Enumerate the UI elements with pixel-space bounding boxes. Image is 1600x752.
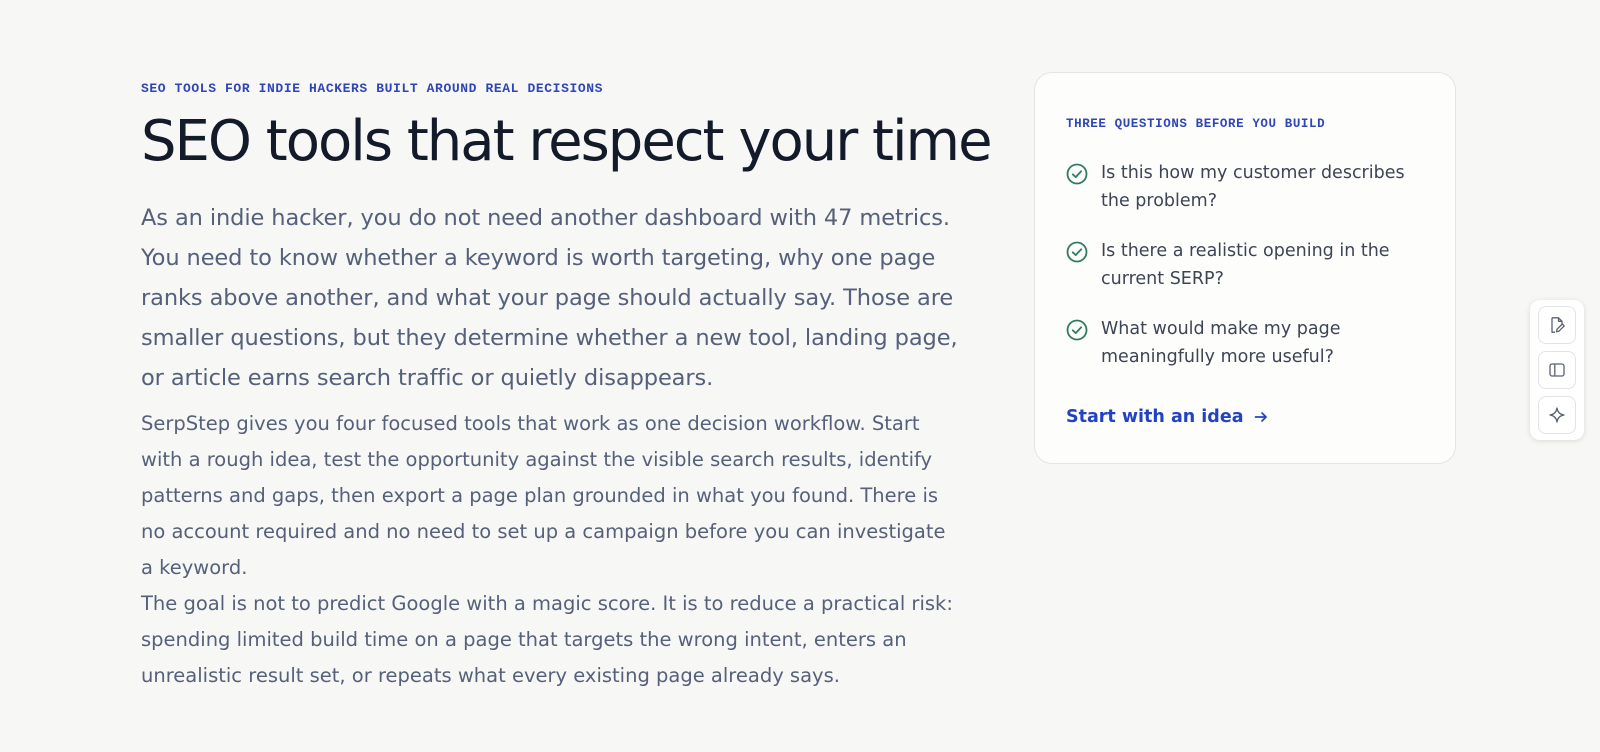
hero-eyebrow: SEO TOOLS FOR INDIE HACKERS BUILT AROUND… [141,81,604,96]
question-list: Is this how my customer describes the pr… [1066,159,1425,371]
hero-body-paragraph-2: The goal is not to predict Google with a… [141,592,953,687]
question-item: Is this how my customer describes the pr… [1066,159,1425,215]
hero-lead-paragraph: As an indie hacker, you do not need anot… [141,205,958,391]
question-text: What would make my page meaningfully mor… [1101,319,1341,367]
ai-assist-button[interactable] [1538,396,1576,434]
questions-card: THREE QUESTIONS BEFORE YOU BUILD Is this… [1034,72,1456,464]
sidebar-panel-icon [1549,363,1565,377]
check-circle-icon [1066,241,1088,263]
question-item: What would make my page meaningfully mor… [1066,315,1425,371]
sidebar-toggle-button[interactable] [1538,351,1576,389]
question-text: Is there a realistic opening in the curr… [1101,241,1390,289]
sparkle-icon [1549,407,1565,423]
check-circle-icon [1066,163,1088,185]
floating-side-toolbar [1530,300,1584,440]
hero-body-paragraph-1: SerpStep gives you four focused tools th… [141,412,946,579]
hero-section: SEO TOOLS FOR INDIE HACKERS BUILT AROUND… [141,80,993,694]
start-with-idea-link[interactable]: Start with an idea [1066,407,1269,427]
question-item: Is there a realistic opening in the curr… [1066,237,1425,293]
card-eyebrow: THREE QUESTIONS BEFORE YOU BUILD [1066,117,1326,131]
check-circle-icon [1066,319,1088,341]
edit-page-icon [1551,317,1565,333]
edit-page-button[interactable] [1538,306,1576,344]
question-text: Is this how my customer describes the pr… [1101,163,1405,211]
page-title: SEO tools that respect your time [141,109,993,174]
start-with-idea-label: Start with an idea [1066,407,1244,427]
arrow-right-icon [1254,412,1267,422]
